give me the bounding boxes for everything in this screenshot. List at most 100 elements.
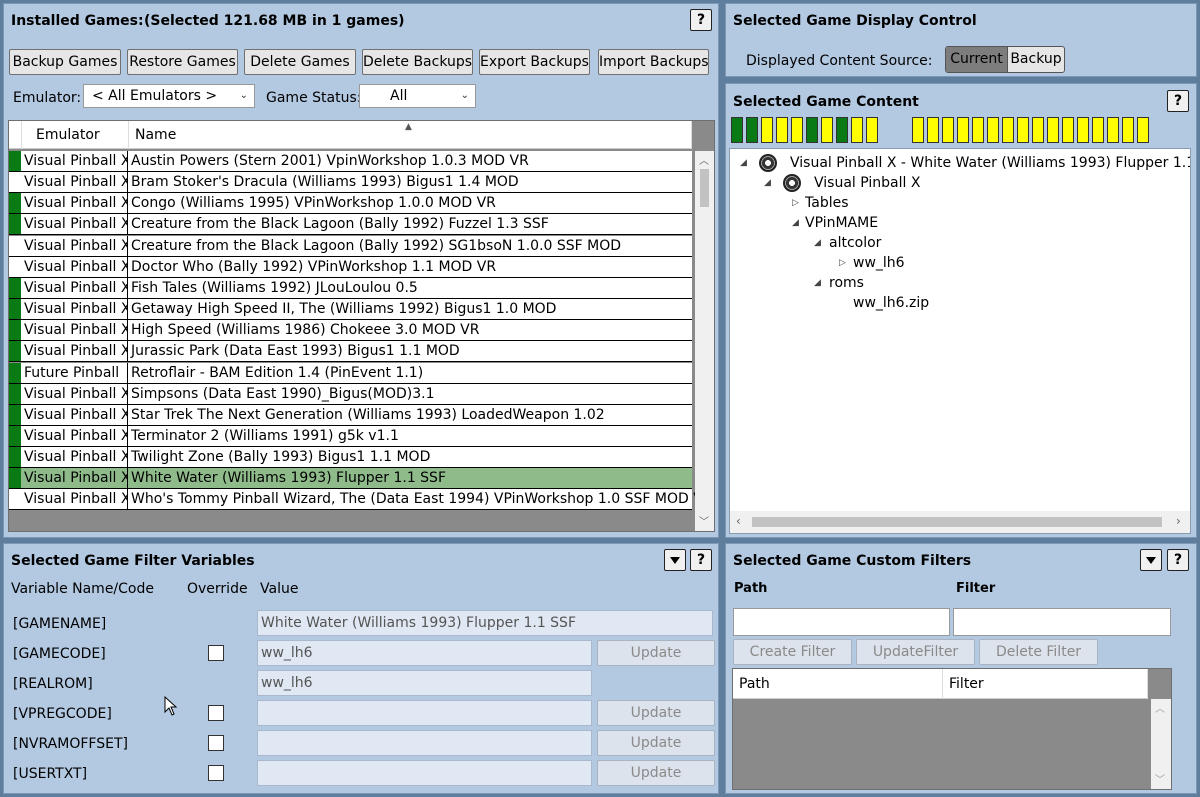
- delete-games-button[interactable]: Delete Games: [244, 49, 356, 75]
- tree-emulator[interactable]: Visual Pinball X: [814, 173, 920, 193]
- table-row[interactable]: Future Pinball Retroflair - BAM Edition 1…: [9, 362, 692, 384]
- scroll-up-icon[interactable]: ︿: [699, 152, 709, 167]
- expand-icon[interactable]: ▷: [792, 198, 799, 208]
- override-checkbox[interactable]: [208, 645, 224, 661]
- content-status-block: [972, 117, 984, 143]
- display-control-panel: Selected Game Display Control Displayed …: [725, 3, 1197, 77]
- collapse-icon[interactable]: ◢: [814, 238, 821, 248]
- tree-altcolor[interactable]: altcolor: [829, 233, 881, 253]
- tree-roms-child[interactable]: ww_lh6.zip: [853, 293, 929, 313]
- status-indicator: [9, 320, 21, 341]
- scroll-thumb[interactable]: [700, 169, 709, 207]
- variable-value-field[interactable]: ww_lh6: [257, 670, 592, 696]
- content-status-block: [806, 117, 818, 143]
- tree-roms[interactable]: roms: [829, 273, 864, 293]
- table-row[interactable]: Visual Pinball X Doctor Who (Bally 1992) …: [9, 256, 692, 278]
- table-row[interactable]: Visual Pinball X Creature from the Black …: [9, 214, 692, 236]
- table-row[interactable]: Visual Pinball X White Water (Williams 19…: [9, 468, 692, 490]
- tree-root[interactable]: Visual Pinball X - White Water (Williams…: [790, 153, 1190, 173]
- table-row[interactable]: Visual Pinball X Star Trek The Next Gener…: [9, 404, 692, 426]
- table-row[interactable]: Visual Pinball X Bram Stoker's Dracula (W…: [9, 172, 692, 194]
- scroll-down-icon[interactable]: ﹀: [699, 513, 709, 528]
- custom-filters-help-button[interactable]: ?: [1167, 549, 1189, 571]
- table-row[interactable]: Visual Pinball X High Speed (Williams 198…: [9, 320, 692, 342]
- override-checkbox[interactable]: [208, 765, 224, 781]
- emulator-select[interactable]: < All Emulators > ⌄: [83, 84, 255, 108]
- column-filter[interactable]: Filter: [943, 669, 1148, 699]
- variable-value-field[interactable]: [257, 730, 592, 756]
- scroll-thumb[interactable]: [752, 517, 1162, 527]
- collapse-icon[interactable]: ◢: [764, 178, 771, 188]
- custom-filters-dropdown-button[interactable]: [1140, 549, 1162, 571]
- column-path[interactable]: Path: [733, 669, 943, 699]
- cell-name: Austin Powers (Stern 2001) VpinWorkshop …: [131, 153, 529, 169]
- content-source-toggle[interactable]: Current Backup: [945, 46, 1065, 73]
- filter-vars-dropdown-button[interactable]: [664, 549, 686, 571]
- expand-icon[interactable]: ▷: [839, 258, 846, 268]
- override-checkbox[interactable]: [208, 705, 224, 721]
- content-help-button[interactable]: ?: [1167, 90, 1189, 112]
- delete-backups-button[interactable]: Delete Backups: [362, 49, 473, 75]
- scroll-right-icon[interactable]: ›: [1176, 514, 1181, 528]
- tree-altcolor-child[interactable]: ww_lh6: [853, 253, 905, 273]
- import-backups-button[interactable]: Import Backups: [598, 49, 709, 75]
- table-row[interactable]: Visual Pinball X Who's Tommy Pinball Wiza…: [9, 489, 713, 511]
- table-row[interactable]: Visual Pinball X Getaway High Speed II, T…: [9, 299, 692, 321]
- status-indicator: [9, 383, 21, 404]
- table-row[interactable]: Visual Pinball X Fish Tales (Williams 199…: [9, 277, 692, 299]
- filter-vars-help-button[interactable]: ?: [690, 549, 712, 571]
- table-row[interactable]: Visual Pinball X Terminator 2 (Williams 1…: [9, 425, 692, 447]
- installed-help-button[interactable]: ?: [690, 9, 712, 31]
- table-row[interactable]: Visual Pinball X Austin Powers (Stern 200…: [9, 151, 692, 172]
- scroll-down-icon[interactable]: ﹀: [1155, 771, 1165, 786]
- variable-value-field[interactable]: [257, 760, 592, 786]
- update-button[interactable]: Update: [597, 760, 715, 786]
- update-button[interactable]: Update: [597, 700, 715, 726]
- backup-games-button[interactable]: Backup Games: [9, 49, 121, 75]
- table-row[interactable]: Visual Pinball X Simpsons (Data East 1990…: [9, 383, 692, 405]
- cell-emulator: Visual Pinball X: [24, 299, 128, 320]
- status-indicator: [9, 362, 21, 383]
- update-button[interactable]: Update: [597, 640, 715, 666]
- tree-vpinmame[interactable]: VPinMAME: [805, 213, 878, 233]
- tree-hscrollbar[interactable]: ‹ ›: [730, 511, 1190, 533]
- cell-name: Terminator 2 (Williams 1991) g5k v1.1: [131, 427, 399, 444]
- cell-name: Retroflair - BAM Edition 1.4 (PinEvent 1…: [131, 364, 424, 381]
- collapse-icon[interactable]: ◢: [814, 278, 821, 288]
- variable-value-field[interactable]: White Water (Williams 1993) Flupper 1.1 …: [257, 610, 713, 636]
- custom-grid-scrollbar[interactable]: ︿ ﹀: [1151, 699, 1171, 789]
- grid-scrollbar[interactable]: ︿ ﹀: [695, 151, 714, 531]
- filter-variables-panel: Selected Game Filter Variables ? Variabl…: [3, 543, 719, 794]
- create-filter-button[interactable]: Create Filter: [733, 639, 852, 665]
- source-backup-option[interactable]: Backup: [1007, 47, 1064, 72]
- content-tree: ◢ Visual Pinball X - White Water (Willia…: [729, 148, 1191, 534]
- override-checkbox[interactable]: [208, 735, 224, 751]
- collapse-icon[interactable]: ◢: [792, 218, 799, 228]
- path-input[interactable]: [733, 608, 950, 636]
- table-row[interactable]: Visual Pinball X Twilight Zone (Bally 199…: [9, 447, 692, 469]
- cell-name: Who's Tommy Pinball Wizard, The (Data Ea…: [131, 491, 713, 508]
- variable-value-field[interactable]: ww_lh6: [257, 640, 592, 666]
- variable-value-field[interactable]: [257, 700, 592, 726]
- cell-name: White Water (Williams 1993) Flupper 1.1 …: [131, 470, 446, 487]
- game-status-select[interactable]: All ⌄: [359, 84, 476, 108]
- filter-input[interactable]: [953, 608, 1171, 636]
- restore-games-button[interactable]: Restore Games: [127, 49, 238, 75]
- table-row[interactable]: Visual Pinball X Congo (Williams 1995) VP…: [9, 193, 692, 215]
- content-status-block: [1137, 117, 1149, 143]
- custom-filters-title: Selected Game Custom Filters: [733, 553, 972, 569]
- delete-filter-button[interactable]: Delete Filter: [979, 639, 1098, 665]
- table-row[interactable]: Visual Pinball X Jurassic Park (Data East…: [9, 341, 692, 363]
- update-filter-button[interactable]: UpdateFilter: [856, 639, 975, 665]
- table-row[interactable]: Visual Pinball X Creature from the Black …: [9, 235, 692, 257]
- scroll-left-icon[interactable]: ‹: [736, 514, 741, 528]
- update-button[interactable]: Update: [597, 730, 715, 756]
- cell-name: Bram Stoker's Dracula (Williams 1993) Bi…: [131, 174, 519, 191]
- source-current-option[interactable]: Current: [946, 47, 1007, 72]
- tree-tables[interactable]: Tables: [805, 193, 849, 213]
- scroll-up-icon[interactable]: ︿: [1155, 700, 1165, 715]
- collapse-icon[interactable]: ◢: [740, 158, 747, 168]
- cell-name: Getaway High Speed II, The (Williams 199…: [131, 301, 557, 318]
- column-emulator[interactable]: Emulator: [22, 121, 129, 149]
- export-backups-button[interactable]: Export Backups: [479, 49, 590, 75]
